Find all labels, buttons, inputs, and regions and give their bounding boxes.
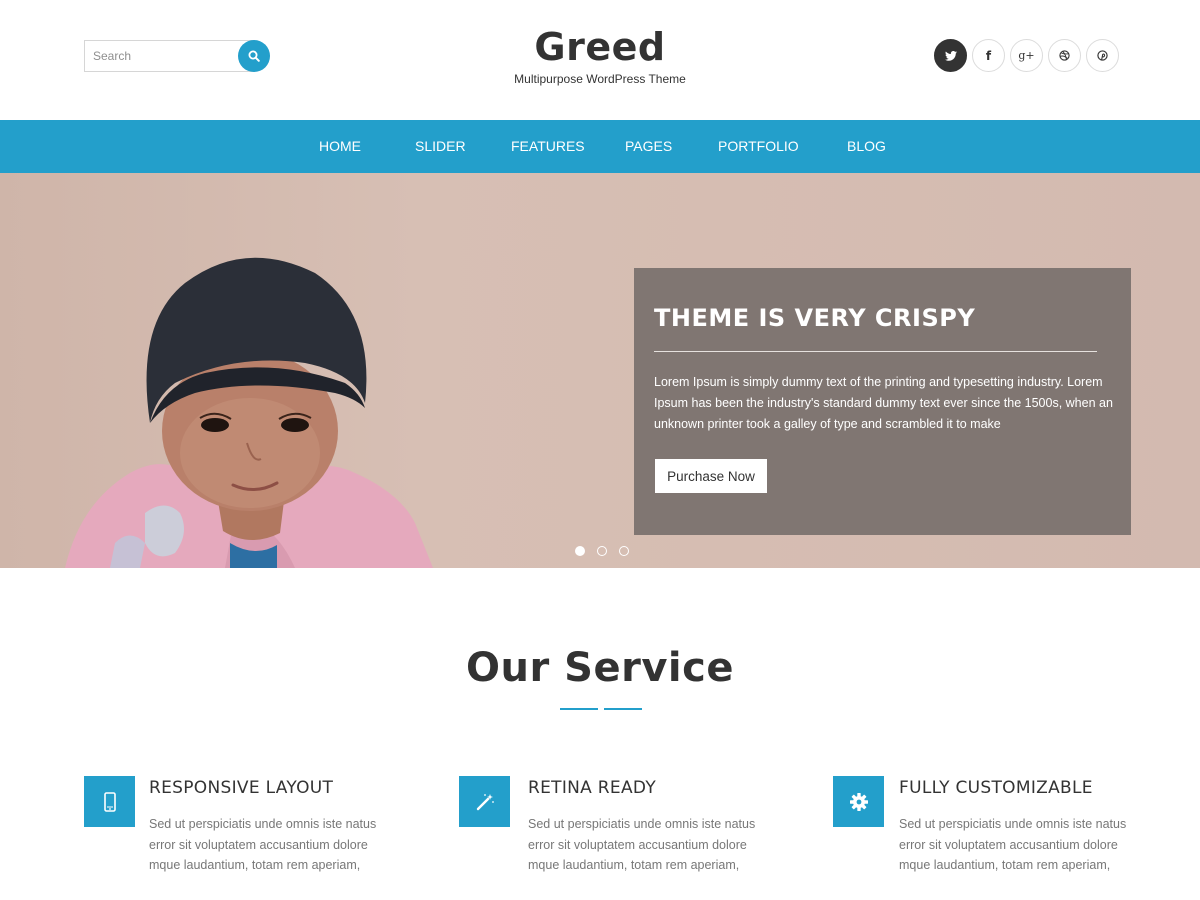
service-title: RESPONSIVE LAYOUT bbox=[149, 778, 334, 798]
hero-caption: THEME IS VERY CRISPY Lorem Ipsum is simp… bbox=[634, 268, 1131, 535]
heading-underline-right bbox=[604, 708, 642, 710]
google-plus-button[interactable]: g+ bbox=[1010, 39, 1043, 72]
service-item: FULLY CUSTOMIZABLE Sed ut perspiciatis u… bbox=[833, 776, 1153, 900]
search-form bbox=[84, 40, 270, 72]
nav-item-home[interactable]: HOME bbox=[319, 120, 361, 173]
services-heading: Our Service bbox=[466, 645, 734, 691]
twitter-icon bbox=[944, 50, 957, 61]
service-icon-box bbox=[833, 776, 884, 827]
service-text: Sed ut perspiciatis unde omnis iste natu… bbox=[528, 817, 756, 872]
slider-pagination bbox=[575, 546, 629, 556]
google-plus-icon: g+ bbox=[1018, 49, 1035, 62]
site-header: Greed Multipurpose WordPress Theme f g+ bbox=[0, 0, 1200, 120]
site-title[interactable]: Greed bbox=[400, 24, 800, 70]
gear-icon bbox=[849, 792, 868, 811]
service-icon-box bbox=[84, 776, 135, 827]
search-button[interactable] bbox=[238, 40, 270, 72]
hero-divider bbox=[654, 351, 1097, 352]
pinterest-icon bbox=[1097, 50, 1108, 61]
service-text: Sed ut perspiciatis unde omnis iste natu… bbox=[899, 817, 1127, 872]
service-text: Sed ut perspiciatis unde omnis iste natu… bbox=[149, 817, 377, 872]
slider-dot-1[interactable] bbox=[575, 546, 585, 556]
slider-dot-2[interactable] bbox=[597, 546, 607, 556]
social-links: f g+ bbox=[934, 39, 1119, 72]
nav-item-features[interactable]: FEATURES bbox=[511, 120, 585, 173]
heading-underline-left bbox=[560, 708, 598, 710]
site-logo[interactable]: Greed Multipurpose WordPress Theme bbox=[400, 24, 800, 86]
service-icon-box bbox=[459, 776, 510, 827]
nav-item-portfolio[interactable]: PORTFOLIO bbox=[718, 120, 799, 173]
nav-item-blog[interactable]: BLOG bbox=[847, 120, 886, 173]
dribbble-button[interactable] bbox=[1048, 39, 1081, 72]
facebook-icon: f bbox=[985, 48, 992, 63]
main-navigation: HOME SLIDER FEATURES PAGES PORTFOLIO BLO… bbox=[0, 120, 1200, 173]
service-item: RETINA READY Sed ut perspiciatis unde om… bbox=[459, 776, 779, 900]
service-item: RESPONSIVE LAYOUT Sed ut perspiciatis un… bbox=[84, 776, 404, 900]
site-tagline: Multipurpose WordPress Theme bbox=[514, 72, 686, 86]
pinterest-button[interactable] bbox=[1086, 39, 1119, 72]
magic-wand-icon bbox=[476, 793, 494, 810]
facebook-button[interactable]: f bbox=[972, 39, 1005, 72]
hero-title: THEME IS VERY CRISPY bbox=[654, 304, 976, 332]
search-input[interactable] bbox=[84, 40, 254, 72]
dribbble-icon bbox=[1059, 50, 1070, 61]
twitter-button[interactable] bbox=[934, 39, 967, 72]
hero-text: Lorem Ipsum is simply dummy text of the … bbox=[654, 375, 1113, 431]
hero-child-photo bbox=[65, 257, 433, 568]
service-title: FULLY CUSTOMIZABLE bbox=[899, 778, 1093, 798]
hero-slider: THEME IS VERY CRISPY Lorem Ipsum is simp… bbox=[0, 173, 1200, 568]
search-icon bbox=[248, 50, 260, 62]
service-title: RETINA READY bbox=[528, 778, 657, 798]
slider-dot-3[interactable] bbox=[619, 546, 629, 556]
purchase-now-button[interactable]: Purchase Now bbox=[655, 459, 767, 493]
nav-item-pages[interactable]: PAGES bbox=[625, 120, 672, 173]
mobile-phone-icon bbox=[103, 791, 116, 812]
nav-item-slider[interactable]: SLIDER bbox=[415, 120, 466, 173]
